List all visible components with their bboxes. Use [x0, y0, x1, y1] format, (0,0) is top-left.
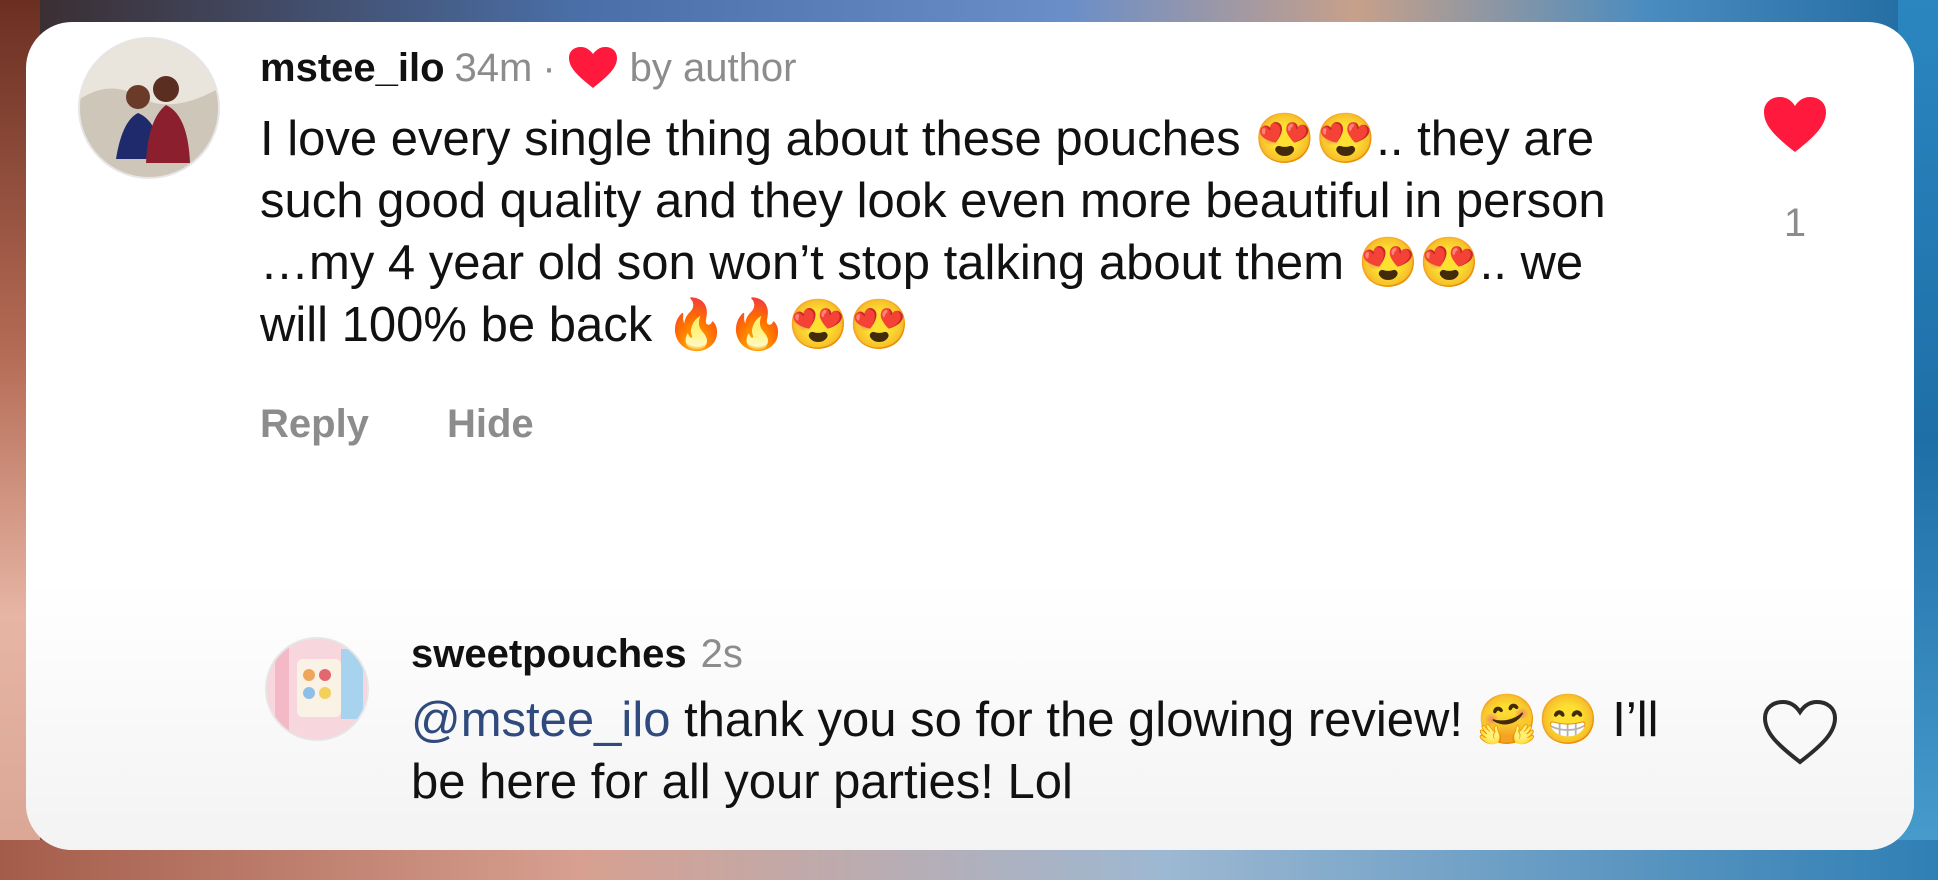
- heart-outline-icon: [1762, 699, 1838, 765]
- like-count: 1: [1783, 201, 1807, 245]
- meta-separator: ·: [542, 46, 556, 90]
- comment-username[interactable]: mstee_ilo: [260, 40, 445, 96]
- comment-time: 34m: [454, 46, 533, 90]
- liked-by-author-label: by author: [629, 46, 797, 90]
- comment-meta: mstee_ilo 34m · by author: [260, 40, 1640, 96]
- mention-link[interactable]: @mstee_ilo: [411, 693, 670, 747]
- hide-button[interactable]: Hide: [447, 402, 534, 447]
- comment-like-column: 1: [1740, 94, 1850, 246]
- reply-like-button[interactable]: [1760, 698, 1840, 768]
- reply-meta: sweetpouches 2s: [411, 632, 1671, 677]
- reply-avatar-photo: [267, 639, 367, 739]
- reply-button[interactable]: Reply: [260, 402, 369, 447]
- reply-username[interactable]: sweetpouches: [411, 632, 687, 677]
- like-button[interactable]: [1740, 94, 1850, 161]
- avatar-photo: [80, 39, 218, 177]
- avatar[interactable]: [78, 37, 220, 179]
- heart-filled-icon: [566, 44, 620, 92]
- comment-card: mstee_ilo 34m · by author I love every s…: [26, 22, 1914, 850]
- comment-actions: Reply Hide: [260, 402, 1640, 447]
- reply-text: @mstee_ilo thank you so for the glowing …: [411, 689, 1671, 813]
- heart-filled-icon: [1764, 97, 1826, 152]
- comment-text: I love every single thing about these po…: [260, 112, 1606, 352]
- reply-time: 2s: [700, 632, 743, 676]
- reply-avatar[interactable]: [265, 637, 369, 741]
- reply: sweetpouches 2s @mstee_ilo thank you so …: [411, 632, 1671, 813]
- comment: mstee_ilo 34m · by author I love every s…: [260, 40, 1640, 447]
